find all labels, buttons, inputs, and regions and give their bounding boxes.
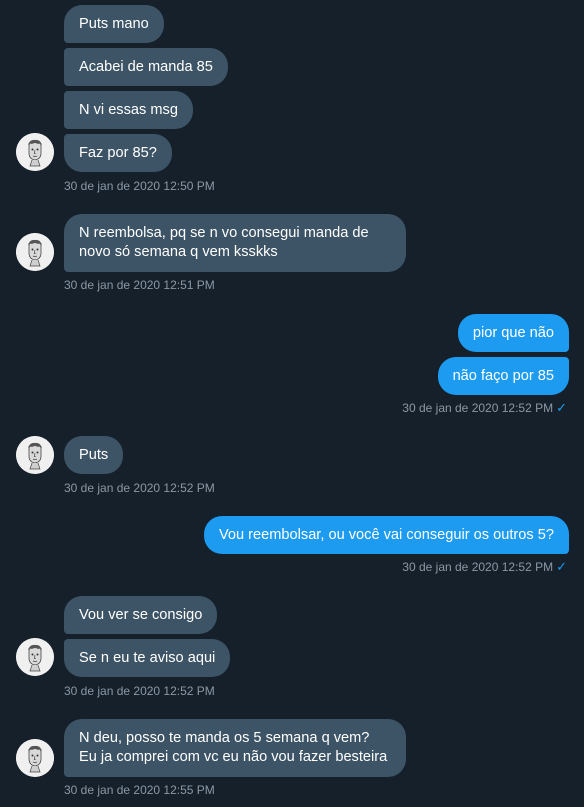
statue-bust-icon [16, 133, 54, 171]
message-bubble[interactable]: Acabei de manda 85 [64, 48, 228, 86]
message-bubble[interactable]: N reembolsa, pq se n vo consegui manda d… [64, 214, 406, 272]
timestamp: 30 de jan de 2020 12:51 PM [64, 278, 215, 292]
sent-check-icon: ✓ [556, 400, 567, 415]
message-bubble[interactable]: Puts mano [64, 5, 164, 43]
message-bubble[interactable]: Se n eu te aviso aqui [64, 639, 231, 677]
timestamp: 30 de jan de 2020 12:52 PM ✓ [402, 559, 567, 575]
timestamp: 30 de jan de 2020 12:52 PM [64, 481, 215, 495]
message-bubble[interactable]: Vou ver se consigo [64, 596, 218, 634]
avatar[interactable] [16, 133, 54, 171]
timestamp: 30 de jan de 2020 12:55 PM [64, 783, 215, 797]
message-bubble[interactable]: Faz por 85? [64, 134, 172, 172]
statue-bust-icon [16, 739, 54, 777]
statue-bust-icon [16, 638, 54, 676]
timestamp-text: 30 de jan de 2020 12:52 PM [402, 401, 554, 415]
message-bubble[interactable]: Puts [64, 436, 124, 474]
message-thread: Puts mano Acabei de manda 85 N vi essas … [0, 0, 584, 807]
message-bubble[interactable]: Vou reembolsar, ou você vai conseguir os… [203, 516, 569, 554]
timestamp: 30 de jan de 2020 12:50 PM [64, 179, 215, 193]
avatar[interactable] [16, 739, 54, 777]
message-bubble[interactable]: não faço por 85 [437, 357, 569, 395]
message-bubble[interactable]: N vi essas msg [64, 91, 193, 129]
timestamp: 30 de jan de 2020 12:52 PM [64, 684, 215, 698]
avatar[interactable] [16, 638, 54, 676]
message-bubble[interactable]: pior que não [457, 314, 569, 352]
avatar[interactable] [16, 233, 54, 271]
timestamp-text: 30 de jan de 2020 12:52 PM [402, 560, 554, 574]
message-bubble[interactable]: N deu, posso te manda os 5 semana q vem?… [64, 719, 406, 777]
statue-bust-icon [16, 233, 54, 271]
sent-check-icon: ✓ [556, 559, 567, 574]
timestamp: 30 de jan de 2020 12:52 PM ✓ [402, 400, 567, 416]
avatar[interactable] [16, 436, 54, 474]
statue-bust-icon [16, 436, 54, 474]
